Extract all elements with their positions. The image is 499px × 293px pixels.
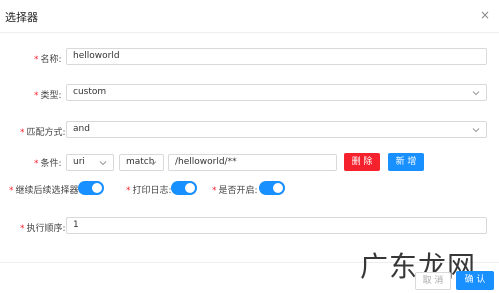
name-input[interactable]: helloworld xyxy=(66,48,487,65)
required-mark: * xyxy=(34,91,39,101)
required-mark: * xyxy=(34,55,39,65)
chevron-down-icon xyxy=(99,159,107,167)
log-label-text: 打印日志: xyxy=(132,186,172,196)
type-select-value: custom xyxy=(73,87,107,97)
match-mode-select-value: and xyxy=(73,124,90,134)
close-icon[interactable]: × xyxy=(480,9,490,21)
cancel-button[interactable]: 取 消 xyxy=(415,272,451,290)
condition-label: * 条件: xyxy=(34,156,62,169)
name-label-text: 名称: xyxy=(40,55,62,65)
type-select[interactable]: custom xyxy=(66,84,487,101)
chevron-down-icon xyxy=(149,159,157,167)
required-mark: * xyxy=(9,186,14,196)
delete-condition-button[interactable]: 删 除 xyxy=(344,153,380,171)
required-mark: * xyxy=(20,128,25,138)
order-label-text: 执行顺序: xyxy=(26,224,66,234)
name-label: * 名称: xyxy=(34,52,62,65)
match-mode-label-text: 匹配方式: xyxy=(26,128,66,138)
chevron-down-icon xyxy=(472,126,480,134)
order-label: * 执行顺序: xyxy=(20,221,66,234)
condition-param-value: uri xyxy=(73,157,85,167)
log-label: * 打印日志: xyxy=(126,183,172,196)
condition-value-input[interactable]: /helloworld/** xyxy=(168,154,337,171)
condition-label-text: 条件: xyxy=(40,159,62,169)
required-mark: * xyxy=(20,224,25,234)
required-mark: * xyxy=(34,159,39,169)
continue-label-text: 继续后续选择器: xyxy=(15,186,82,196)
match-mode-label: * 匹配方式: xyxy=(20,125,66,138)
switch-knob xyxy=(273,183,283,193)
match-mode-select[interactable]: and xyxy=(66,121,487,138)
continue-label: * 继续后续选择器: xyxy=(9,183,82,196)
condition-operator-select[interactable]: match xyxy=(119,154,164,171)
order-input[interactable]: 1 xyxy=(66,217,487,234)
enabled-switch[interactable] xyxy=(259,181,285,195)
log-switch[interactable] xyxy=(171,181,197,195)
required-mark: * xyxy=(212,186,217,196)
type-label-text: 类型: xyxy=(40,91,62,101)
continue-switch[interactable] xyxy=(78,181,104,195)
confirm-button[interactable]: 确 认 xyxy=(456,271,494,290)
add-condition-button[interactable]: 新 增 xyxy=(388,153,424,171)
condition-param-select[interactable]: uri xyxy=(66,154,114,171)
switch-knob xyxy=(185,183,195,193)
dialog-header: 选择器 × xyxy=(0,0,499,33)
chevron-down-icon xyxy=(472,89,480,97)
required-mark: * xyxy=(126,186,131,196)
enabled-label-text: 是否开启: xyxy=(218,186,258,196)
type-label: * 类型: xyxy=(34,88,62,101)
switch-knob xyxy=(92,183,102,193)
enabled-label: * 是否开启: xyxy=(212,183,258,196)
dialog-title: 选择器 xyxy=(5,11,38,24)
